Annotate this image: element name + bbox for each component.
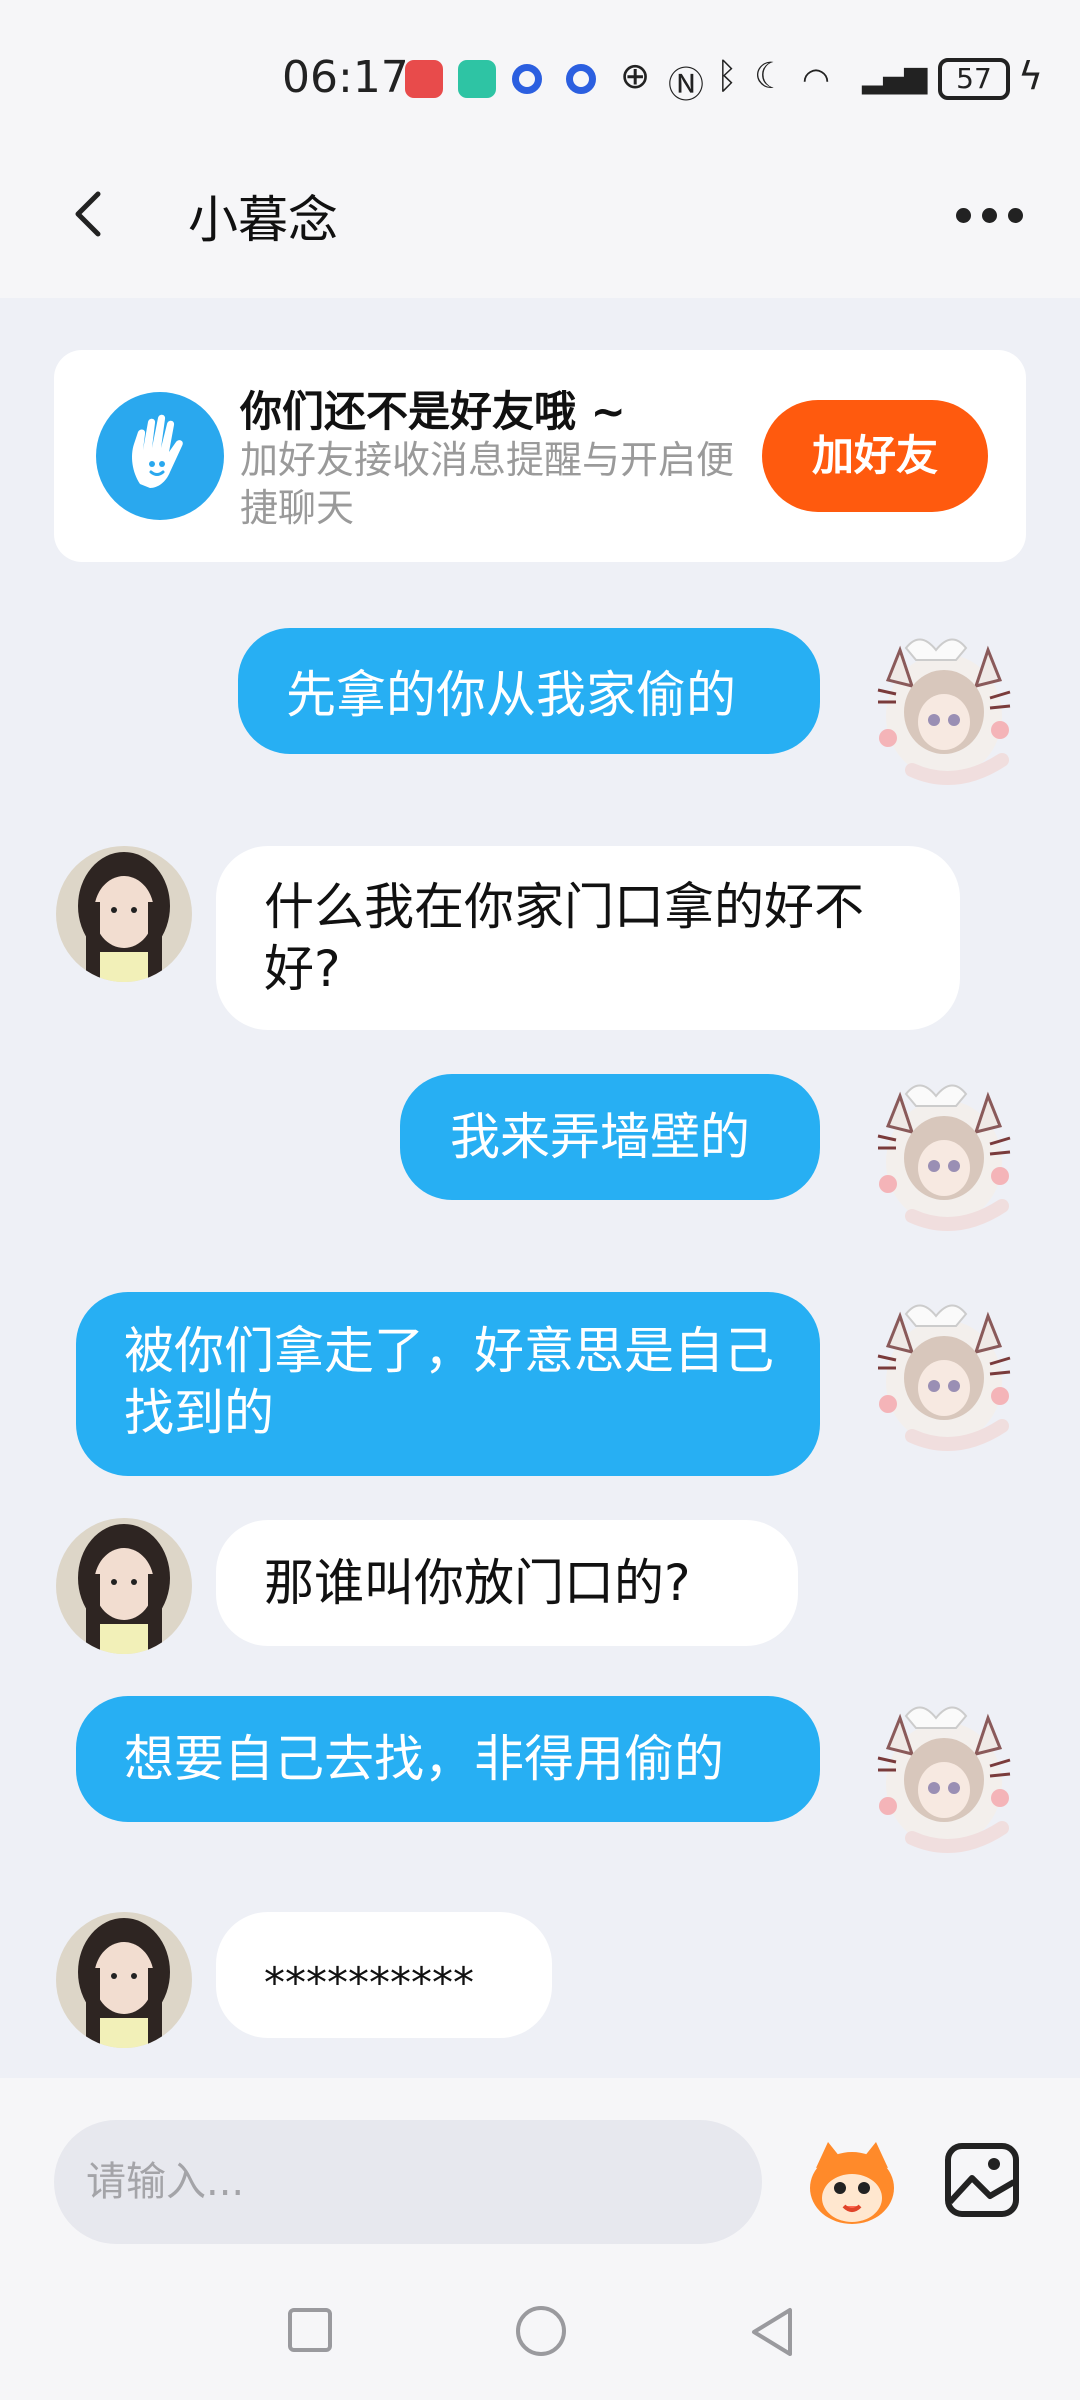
add-friend-button[interactable]: 加好友 (762, 400, 988, 512)
status-time: 06:17 (282, 52, 409, 103)
message-bubble-sent[interactable]: 被你们拿走了，好意思是自己找到的 (76, 1292, 820, 1476)
message-text: 被你们拿走了，好意思是自己找到的 (124, 1322, 774, 1442)
circle-app-icon-2 (566, 64, 596, 94)
girl-photo-avatar-icon (56, 1518, 192, 1654)
chevron-left-icon (75, 191, 101, 237)
bluetooth-icon: ᛒ (716, 56, 738, 97)
contact-avatar[interactable] (56, 846, 192, 982)
nfc-icon: Ⓝ (668, 65, 705, 106)
circle-app-icon (512, 64, 542, 94)
wifi-icon: ◠ (802, 60, 830, 98)
girl-photo-avatar-icon (56, 1912, 192, 2048)
status-bar: 06:17 ⊕ Ⓝ ᛒ ☾ ◠ ▂▄▆ 57 ϟ (0, 48, 1080, 118)
top-bar: 06:17 ⊕ Ⓝ ᛒ ☾ ◠ ▂▄▆ 57 ϟ 小暮念 (0, 0, 1080, 298)
chat-header: 小暮念 (0, 150, 1080, 280)
huawei-app-icon (405, 60, 443, 98)
chat-title: 小暮念 (188, 191, 338, 249)
message-input[interactable] (54, 2120, 762, 2244)
banner-subtitle: 加好友接收消息提醒与开启便捷聊天 (240, 438, 735, 530)
wave-hand-icon (96, 392, 224, 520)
hd-icon: ⊕ (620, 56, 651, 97)
message-text: 先拿的你从我家偷的 (286, 666, 736, 724)
cat-girl-avatar-icon (877, 638, 1011, 785)
sticker-button[interactable] (800, 2128, 904, 2232)
cat-girl-avatar-icon (877, 1084, 1011, 1231)
moon-icon: ☾ (754, 56, 787, 97)
my-avatar[interactable] (860, 1286, 1022, 1458)
banner-title: 你们还不是好友哦 ~ (240, 387, 626, 436)
5g-signal-icon: ▂▄▆ (862, 60, 927, 95)
system-nav-bar (0, 2270, 1080, 2400)
my-avatar[interactable] (860, 620, 1022, 792)
message-text: 想要自己去找，非得用偷的 (124, 1730, 724, 1788)
message-text: 什么我在你家门口拿的好不好? (264, 878, 864, 998)
cat-girl-avatar-icon (877, 1706, 1011, 1853)
more-dot (982, 208, 997, 223)
my-avatar[interactable] (860, 1688, 1022, 1860)
more-dot (1008, 208, 1023, 223)
message-text: 那谁叫你放门口的? (264, 1554, 691, 1612)
message-text: ********** (264, 1958, 474, 2007)
triangle-back-icon (752, 2308, 792, 2356)
battery-indicator: 57 (938, 58, 1010, 100)
image-button[interactable] (944, 2142, 1020, 2218)
cat-girl-avatar-icon (877, 1304, 1011, 1451)
system-back-button[interactable] (744, 2302, 804, 2362)
my-avatar[interactable] (860, 1066, 1022, 1238)
not-friend-banner: 你们还不是好友哦 ~ 加好友接收消息提醒与开启便捷聊天 加好友 (54, 350, 1026, 562)
girl-photo-avatar-icon (56, 846, 192, 982)
home-button[interactable] (516, 2306, 566, 2356)
message-bubble-sent[interactable]: 先拿的你从我家偷的 (238, 628, 820, 754)
charging-icon: ϟ (1018, 54, 1044, 98)
more-dots-icon (956, 208, 971, 223)
image-icon (945, 2143, 1019, 2217)
recent-apps-button[interactable] (288, 2308, 332, 2352)
mascot-sticker-icon (810, 2142, 894, 2224)
contact-avatar[interactable] (56, 1912, 192, 2048)
message-bubble-sent[interactable]: 想要自己去找，非得用偷的 (76, 1696, 820, 1822)
shield-icon (458, 60, 496, 98)
message-bubble-received[interactable]: 那谁叫你放门口的? (216, 1520, 798, 1646)
message-bubble-received[interactable]: ********** (216, 1912, 552, 2038)
contact-avatar[interactable] (56, 1518, 192, 1654)
more-button[interactable] (950, 190, 1030, 240)
message-text: 我来弄墙壁的 (450, 1108, 750, 1166)
message-bubble-received[interactable]: 什么我在你家门口拿的好不好? (216, 846, 960, 1030)
back-button[interactable] (60, 184, 120, 244)
message-bubble-sent[interactable]: 我来弄墙壁的 (400, 1074, 820, 1200)
